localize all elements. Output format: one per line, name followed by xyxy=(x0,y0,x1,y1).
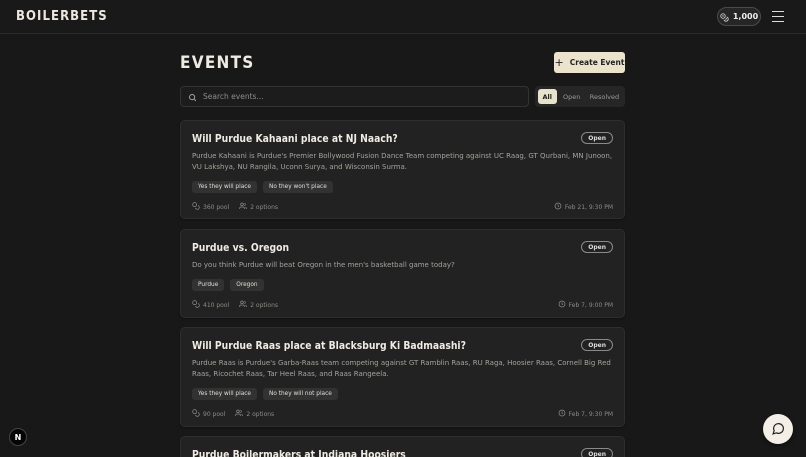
pool-amount: 90 pool xyxy=(203,410,226,418)
hamburger-menu-icon[interactable] xyxy=(772,11,784,22)
option-tag[interactable]: No they will not place xyxy=(263,388,338,400)
clock-icon xyxy=(554,202,562,212)
chat-bubble-icon xyxy=(771,420,785,439)
coins-icon xyxy=(720,7,729,26)
option-tag[interactable]: Oregon xyxy=(230,279,264,291)
filter-open[interactable]: Open xyxy=(559,89,585,104)
event-card[interactable]: Will Purdue Raas place at Blacksburg Ki … xyxy=(180,327,625,427)
status-badge: Open xyxy=(581,241,613,253)
status-badge: Open xyxy=(581,132,613,144)
coins-icon xyxy=(192,202,200,212)
users-icon xyxy=(235,409,244,419)
option-tag[interactable]: Purdue xyxy=(192,279,225,291)
event-date: Feb 21, 9:30 PM xyxy=(564,203,613,211)
pool-amount: 360 pool xyxy=(203,203,230,211)
event-title: Will Purdue Kahaani place at NJ Naach? xyxy=(192,133,398,145)
search-input[interactable] xyxy=(203,92,503,101)
event-title: Will Purdue Raas place at Blacksburg Ki … xyxy=(192,340,466,352)
status-badge: Open xyxy=(581,448,613,457)
event-card[interactable]: Will Purdue Kahaani place at NJ Naach? O… xyxy=(180,120,625,219)
users-icon xyxy=(239,202,247,212)
coins-icon xyxy=(192,300,200,310)
option-tag[interactable]: Yes they will place xyxy=(192,388,257,400)
options-count: 2 options xyxy=(250,301,279,309)
top-navigation-bar: BOILERBETS 1,000 xyxy=(0,0,806,34)
option-tag[interactable]: No they won't place xyxy=(263,181,333,193)
create-event-button[interactable]: + Create Event xyxy=(554,52,625,73)
balance-badge[interactable]: 1,000 xyxy=(717,7,761,26)
pool-amount: 410 pool xyxy=(203,301,230,309)
options-count: 2 options xyxy=(246,410,275,418)
event-card[interactable]: Purdue vs. Oregon Open Do you think Purd… xyxy=(180,229,625,318)
create-event-label: Create Event xyxy=(569,58,625,67)
chat-button[interactable] xyxy=(763,414,793,444)
event-description: Do you think Purdue will beat Oregon in … xyxy=(192,261,455,269)
page-title: EVENTS xyxy=(180,53,255,73)
event-date: Feb 7, 9:00 PM xyxy=(568,301,613,309)
event-title: Purdue vs. Oregon xyxy=(192,242,290,254)
plus-icon: + xyxy=(554,56,564,69)
clock-icon xyxy=(558,409,566,419)
status-badge: Open xyxy=(581,339,613,351)
filter-resolved[interactable]: Resolved xyxy=(587,89,622,104)
users-icon xyxy=(239,300,247,310)
filter-all[interactable]: All xyxy=(538,89,557,104)
option-tag[interactable]: Yes they will place xyxy=(192,181,257,193)
balance-value: 1,000 xyxy=(732,12,759,21)
coins-icon xyxy=(192,409,200,419)
search-box xyxy=(180,86,529,107)
event-date: Feb 7, 9:30 PM xyxy=(568,410,613,418)
event-description: Purdue Kahaani is Purdue's Premier Bolly… xyxy=(192,152,613,171)
event-card[interactable]: Purdue Boilermakers at Indiana Hoosiers … xyxy=(180,436,625,457)
status-filter-group: All Open Resolved xyxy=(535,86,625,107)
event-description: Purdue Raas is Purdue's Garba-Raas team … xyxy=(192,359,611,378)
clock-icon xyxy=(558,300,566,310)
search-icon xyxy=(188,87,197,106)
event-title: Purdue Boilermakers at Indiana Hoosiers xyxy=(192,449,406,457)
nextjs-logo-icon[interactable]: N xyxy=(9,428,27,446)
options-count: 2 options xyxy=(250,203,279,211)
brand-logo[interactable]: BOILERBETS xyxy=(16,9,108,24)
